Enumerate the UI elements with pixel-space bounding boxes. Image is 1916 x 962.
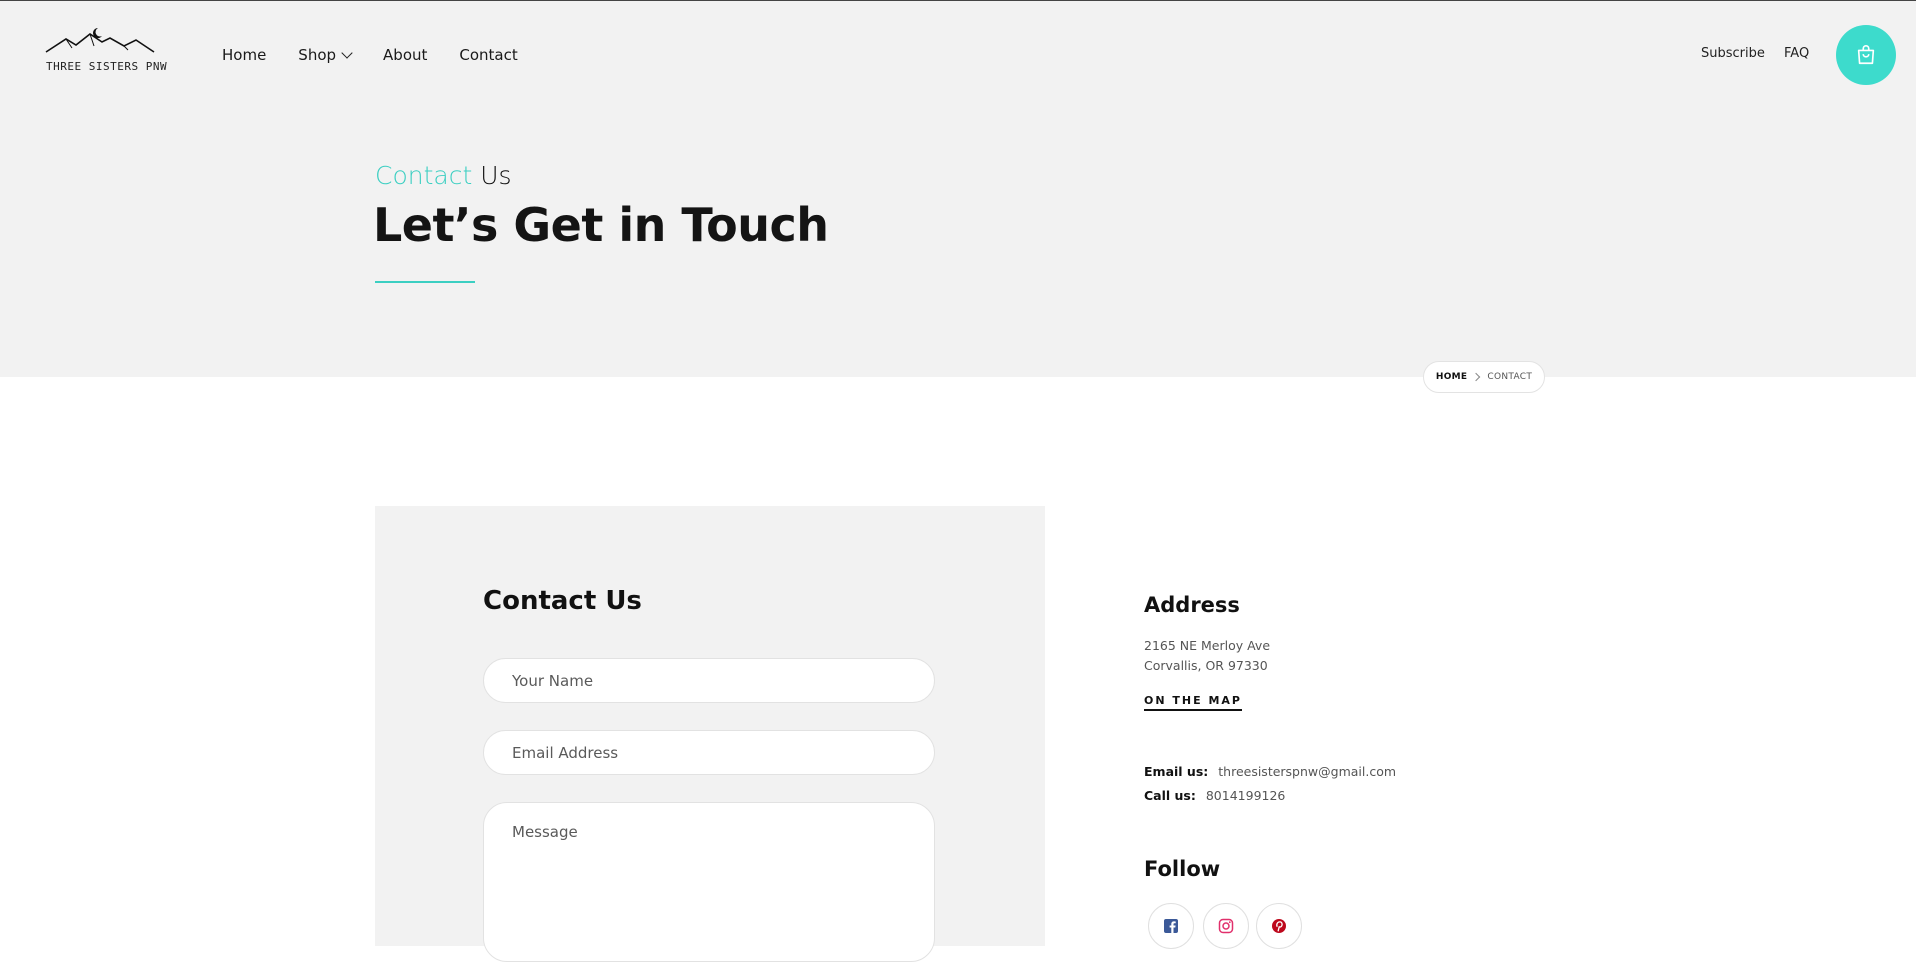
accent-divider [375,281,475,283]
subscribe-link[interactable]: Subscribe [1701,46,1765,61]
page-title: Let’s Get in Touch [373,198,829,252]
email-label: Email us: [1144,764,1209,779]
address-line-1: 2165 NE Merloy Ave [1144,638,1271,653]
mountains-logo-icon [45,28,155,53]
logo-text: THREE SISTERS PNW [46,60,168,73]
on-the-map-link[interactable]: ON THE MAP [1144,694,1242,711]
follow-heading: Follow [1144,857,1221,881]
hero-eyebrow-rest: Us [480,161,512,190]
email-value[interactable]: threesisterspnw@gmail.com [1218,764,1396,779]
email-input[interactable] [483,730,935,775]
cart-button[interactable] [1836,25,1896,85]
hero-eyebrow-accent: Contact [375,161,473,190]
email-row: Email us: threesisterspnw@gmail.com [1144,764,1396,779]
instagram-icon [1218,918,1234,934]
nav-shop[interactable]: Shop [298,46,353,64]
phone-value[interactable]: 8014199126 [1206,788,1286,803]
form-title: Contact Us [483,586,642,616]
name-input[interactable] [483,658,935,703]
main-nav: Home Shop About Contact [222,45,550,65]
chevron-down-icon [341,47,353,59]
address-line-2: Corvallis, OR 97330 [1144,658,1268,673]
site-logo[interactable]: THREE SISTERS PNW [44,26,167,80]
nav-contact[interactable]: Contact [459,46,517,64]
nav-about[interactable]: About [383,46,427,64]
facebook-link[interactable] [1148,903,1194,949]
phone-label: Call us: [1144,788,1196,803]
shopping-bag-icon [1857,45,1875,65]
instagram-link[interactable] [1203,903,1249,949]
hero-eyebrow: Contact Us [375,161,512,190]
facebook-icon [1164,919,1178,933]
faq-link[interactable]: FAQ [1784,46,1809,61]
phone-row: Call us: 8014199126 [1144,788,1285,803]
chevron-right-icon [1472,372,1481,382]
nav-shop-label: Shop [298,46,337,64]
nav-home[interactable]: Home [222,46,266,64]
breadcrumb-home[interactable]: HOME [1436,372,1468,382]
message-textarea[interactable] [483,802,935,962]
pinterest-link[interactable] [1256,903,1302,949]
breadcrumb: HOME CONTACT [1423,361,1545,393]
pinterest-icon [1272,919,1286,933]
address-heading: Address [1144,593,1240,617]
breadcrumb-current: CONTACT [1487,372,1533,382]
